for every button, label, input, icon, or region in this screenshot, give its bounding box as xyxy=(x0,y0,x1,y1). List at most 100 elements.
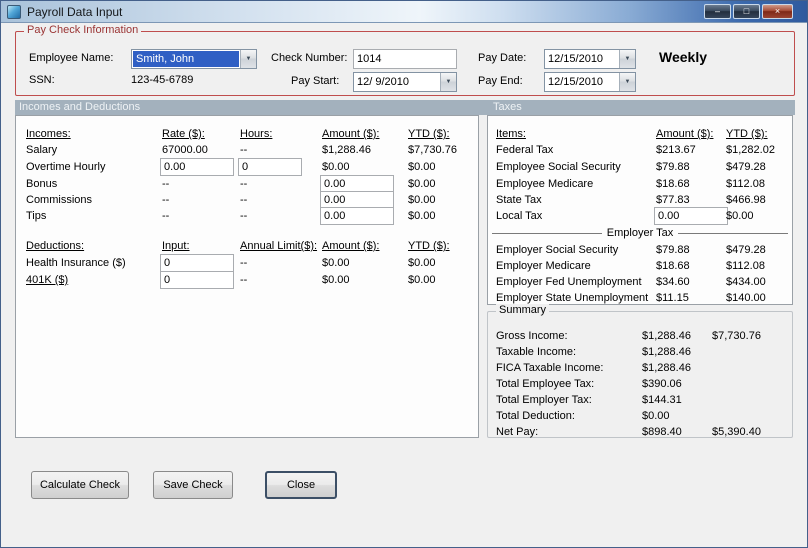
employer-tax-separator: Employer Tax xyxy=(488,225,792,241)
tax-ytd: $1,282.02 xyxy=(726,144,775,156)
summary-amount: $1,288.46 xyxy=(642,362,691,374)
401k-input[interactable] xyxy=(160,271,234,289)
save-check-button[interactable]: Save Check xyxy=(153,471,233,499)
local-tax-input[interactable] xyxy=(654,207,728,225)
employee-name-value: Smith, John xyxy=(133,51,239,67)
tax-row-federal: Federal Tax $213.67 $1,282.02 xyxy=(488,143,792,159)
income-row-commissions: Commissions -- -- $0.00 xyxy=(16,191,478,209)
pay-end-dropdown-icon[interactable]: ▼ xyxy=(619,73,635,91)
employee-name-dropdown-icon[interactable]: ▼ xyxy=(240,50,256,68)
summary-group-label: Summary xyxy=(496,304,550,316)
income-hours: -- xyxy=(240,178,248,190)
maximize-button[interactable]: □ xyxy=(733,4,760,19)
overtime-hours-input[interactable] xyxy=(238,158,302,176)
income-name: Salary xyxy=(26,144,58,156)
summary-amount: $898.40 xyxy=(642,426,682,438)
income-name: Bonus xyxy=(26,178,58,190)
pay-frequency-label: Weekly xyxy=(659,49,707,65)
income-ytd: $0.00 xyxy=(408,194,436,206)
summary-name: Total Employee Tax: xyxy=(496,378,595,390)
income-amount: $1,288.46 xyxy=(322,144,371,156)
tax-name: State Tax xyxy=(496,194,542,206)
titlebar: Payroll Data Input – □ × xyxy=(1,1,807,23)
tips-amount-input[interactable] xyxy=(320,207,394,225)
ssn-label: SSN: xyxy=(29,74,55,86)
tax-name: Employer Social Security xyxy=(496,244,619,256)
pay-start-dropdown-icon[interactable]: ▼ xyxy=(440,73,456,91)
income-name: Overtime Hourly xyxy=(26,161,106,173)
taxes-section-label: Taxes xyxy=(493,101,522,113)
summary-ytd: $5,390.40 xyxy=(712,426,761,438)
summary-row-total-employee-tax: Total Employee Tax: $390.06 xyxy=(488,377,792,393)
col-header-amount: Amount ($): xyxy=(656,128,714,140)
incomes-header-row: Incomes: Rate ($): Hours: Amount ($): YT… xyxy=(16,127,478,143)
tax-ytd: $434.00 xyxy=(726,276,766,288)
deduction-amount: $0.00 xyxy=(322,257,350,269)
income-hours: -- xyxy=(240,210,248,222)
income-hours: -- xyxy=(240,194,248,206)
check-number-label: Check Number: xyxy=(271,52,348,64)
health-insurance-input[interactable] xyxy=(160,254,234,272)
app-icon xyxy=(7,4,21,19)
tax-ytd: $112.08 xyxy=(726,260,765,272)
tax-name: Employer State Unemployment xyxy=(496,292,649,304)
summary-ytd: $7,730.76 xyxy=(712,330,761,342)
summary-name: Taxable Income: xyxy=(496,346,577,358)
summary-row-total-employer-tax: Total Employer Tax: $144.31 xyxy=(488,393,792,409)
tax-name: Federal Tax xyxy=(496,144,554,156)
col-header-rate: Rate ($): xyxy=(162,128,205,140)
check-number-input[interactable] xyxy=(353,49,457,69)
tax-name: Employer Medicare xyxy=(496,260,591,272)
overtime-rate-input[interactable] xyxy=(160,158,234,176)
tax-row-employee-medicare: Employee Medicare $18.68 $112.08 xyxy=(488,177,792,193)
minimize-button[interactable]: – xyxy=(704,4,731,19)
deduction-ytd: $0.00 xyxy=(408,257,436,269)
tax-amount: $79.88 xyxy=(656,161,690,173)
pay-end-label: Pay End: xyxy=(478,75,523,87)
tax-ytd: $0.00 xyxy=(726,210,754,222)
summary-name: Total Deduction: xyxy=(496,410,575,422)
income-row-salary: Salary 67000.00 -- $1,288.46 $7,730.76 xyxy=(16,143,478,159)
deduction-row-401k: 401K ($) -- $0.00 $0.00 xyxy=(16,271,478,289)
tax-ytd: $112.08 xyxy=(726,178,765,190)
deduction-name: 401K ($) xyxy=(26,274,69,286)
deduction-limit: -- xyxy=(240,274,248,286)
summary-name: Net Pay: xyxy=(496,426,539,438)
pay-date-picker[interactable]: 12/15/2010 ▼ xyxy=(544,49,636,69)
pay-start-value: 12/ 9/2010 xyxy=(357,76,409,88)
tax-amount: $77.83 xyxy=(656,194,690,206)
tax-row-local: Local Tax $0.00 xyxy=(488,207,792,225)
tax-row-employer-social-security: Employer Social Security $79.88 $479.28 xyxy=(488,243,792,259)
calculate-check-button[interactable]: Calculate Check xyxy=(31,471,129,499)
summary-row-fica-taxable-income: FICA Taxable Income: $1,288.46 xyxy=(488,361,792,377)
tax-row-employee-social-security: Employee Social Security $79.88 $479.28 xyxy=(488,160,792,176)
close-window-button[interactable]: × xyxy=(762,4,793,19)
col-header-deductions: Deductions: xyxy=(26,240,85,252)
ssn-value: 123-45-6789 xyxy=(131,74,194,86)
pay-start-picker[interactable]: 12/ 9/2010 ▼ xyxy=(353,72,457,92)
taxes-panel: Items: Amount ($): YTD ($): Federal Tax … xyxy=(487,115,793,305)
tax-amount: $79.88 xyxy=(656,244,690,256)
tax-ytd: $140.00 xyxy=(726,292,766,304)
deduction-limit: -- xyxy=(240,257,248,269)
close-button[interactable]: Close xyxy=(265,471,337,499)
pay-end-picker[interactable]: 12/15/2010 ▼ xyxy=(544,72,636,92)
summary-row-gross-income: Gross Income: $1,288.46 $7,730.76 xyxy=(488,329,792,345)
income-name: Tips xyxy=(26,210,47,222)
paycheck-info-group-label: Pay Check Information xyxy=(24,24,142,36)
summary-group: Summary Gross Income: $1,288.46 $7,730.7… xyxy=(487,304,793,438)
pay-date-value: 12/15/2010 xyxy=(548,53,604,65)
income-ytd: $0.00 xyxy=(408,210,436,222)
window-title: Payroll Data Input xyxy=(27,4,123,19)
tax-amount: $18.68 xyxy=(656,260,690,272)
tax-name: Local Tax xyxy=(496,210,543,222)
employee-name-combobox[interactable]: Smith, John ▼ xyxy=(131,49,257,69)
summary-amount: $1,288.46 xyxy=(642,330,691,342)
summary-amount: $390.06 xyxy=(642,378,682,390)
col-header-ytd: YTD ($): xyxy=(408,128,450,140)
pay-start-label: Pay Start: xyxy=(291,75,340,87)
section-header-bar: Incomes and Deductions Taxes xyxy=(15,100,795,115)
separator-line xyxy=(492,232,602,234)
incomes-deductions-panel: Incomes: Rate ($): Hours: Amount ($): YT… xyxy=(15,115,479,438)
pay-date-dropdown-icon[interactable]: ▼ xyxy=(619,50,635,68)
